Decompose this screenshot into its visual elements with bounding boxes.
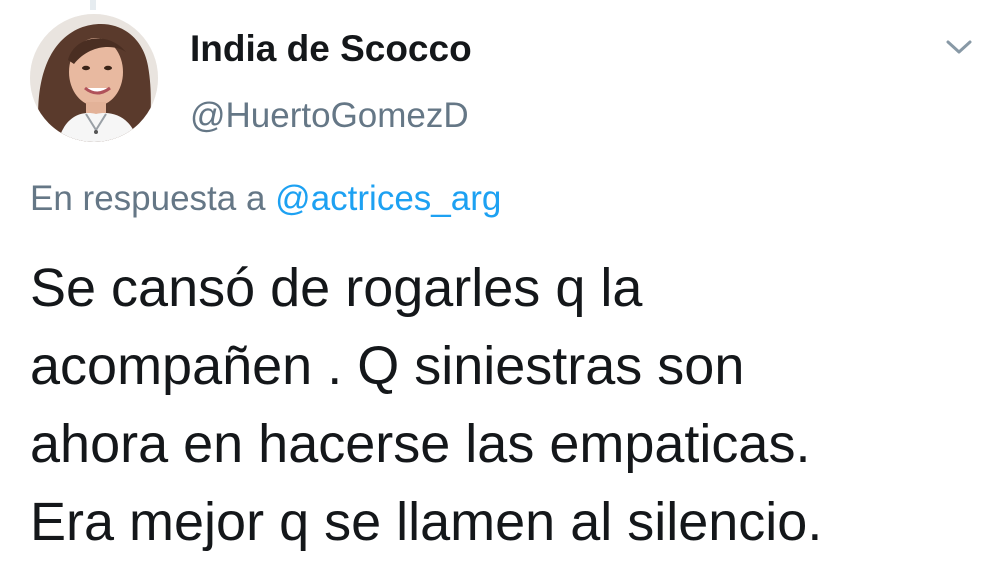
tweet-text-line: Era mejor q se llamen al silencio. [30, 492, 823, 552]
tweet-text-line: Se cansó de rogarles q la [30, 258, 643, 318]
tweet-text: Se cansó de rogarles q la acompañen . Q … [30, 249, 980, 561]
profile-photo-icon [30, 14, 158, 142]
reply-mention-link[interactable]: @actrices_arg [275, 179, 501, 218]
chevron-down-icon[interactable] [944, 36, 974, 58]
tweet-text-line: acompañen . Q siniestras son [30, 336, 745, 396]
author-handle[interactable]: @HuertoGomezD [190, 95, 469, 137]
reply-context: En respuesta a @actrices_arg [30, 177, 501, 221]
avatar[interactable] [30, 14, 158, 142]
thread-connector-line [90, 0, 96, 10]
author-display-name[interactable]: India de Scocco [190, 27, 472, 71]
tweet-text-line: ahora en hacerse las empaticas. [30, 414, 811, 474]
tweet: India de Scocco @HuertoGomezD En respues… [0, 0, 1000, 561]
reply-prefix: En respuesta a [30, 179, 266, 218]
